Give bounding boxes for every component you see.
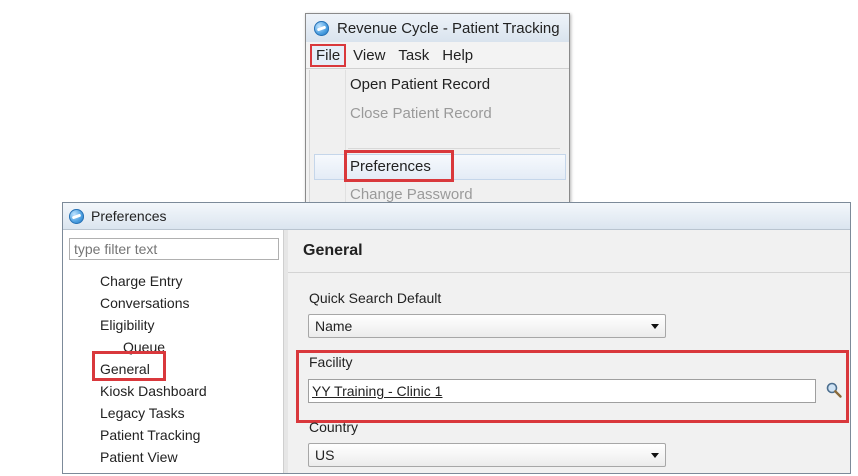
tree-item-kiosk-dashboard[interactable]: Kiosk Dashboard <box>100 383 207 399</box>
general-settings-pane: General Quick Search Default Name Facili… <box>288 230 850 473</box>
app-logo-icon <box>314 20 329 36</box>
menu-help[interactable]: Help <box>436 45 479 66</box>
filter-input[interactable] <box>69 238 279 260</box>
country-value: US <box>315 447 335 463</box>
tree-item-eligibility[interactable]: Eligibility <box>100 317 154 333</box>
dialog-title-bar: Preferences <box>63 203 850 230</box>
tree-item-patient-view[interactable]: Patient View <box>100 449 178 465</box>
app-logo-icon <box>69 208 84 224</box>
quick-search-value: Name <box>315 318 353 334</box>
country-select[interactable]: US <box>308 443 666 467</box>
menu-view[interactable]: View <box>347 45 391 66</box>
file-menu-dropdown: Open Patient Record Close Patient Record… <box>309 70 566 203</box>
menu-item-open-patient-record[interactable]: Open Patient Record <box>350 76 490 93</box>
tree-item-charge-entry[interactable]: Charge Entry <box>100 273 182 289</box>
preferences-dialog: Preferences Charge Entry Conversations E… <box>62 202 851 474</box>
country-label: Country <box>309 419 359 435</box>
tree-item-conversations[interactable]: Conversations <box>100 295 190 311</box>
facility-field[interactable]: YY Training - Clinic 1 <box>308 379 816 403</box>
section-title: General <box>288 230 850 273</box>
quick-search-label: Quick Search Default <box>309 290 442 306</box>
tree-item-legacy-tasks[interactable]: Legacy Tasks <box>100 405 185 421</box>
menu-gutter <box>345 70 346 202</box>
dropdown-arrow-icon <box>651 453 659 458</box>
window-title: Revenue Cycle - Patient Tracking <box>337 19 560 37</box>
dialog-title: Preferences <box>91 208 167 224</box>
menu-item-close-patient-record: Close Patient Record <box>350 105 492 122</box>
search-icon[interactable] <box>825 381 843 399</box>
menu-file[interactable]: File <box>310 43 347 67</box>
quick-search-select[interactable]: Name <box>308 314 666 338</box>
menu-separator <box>348 148 560 149</box>
facility-label: Facility <box>309 354 353 370</box>
window-title-bar: Revenue Cycle - Patient Tracking <box>306 14 569 42</box>
dropdown-arrow-icon <box>651 324 659 329</box>
menu-task[interactable]: Task <box>392 45 435 66</box>
menu-item-change-password: Change Password <box>350 186 473 203</box>
revenue-cycle-window: Revenue Cycle - Patient Tracking File Vi… <box>305 13 570 203</box>
preferences-highlight-box <box>344 150 454 182</box>
preferences-tree-pane: Charge Entry Conversations Eligibility Q… <box>63 230 283 473</box>
general-highlight-box <box>92 351 166 381</box>
facility-value: YY Training - Clinic 1 <box>312 383 443 399</box>
menu-bar: File View Task Help <box>306 42 569 69</box>
tree-item-patient-tracking[interactable]: Patient Tracking <box>100 427 200 443</box>
